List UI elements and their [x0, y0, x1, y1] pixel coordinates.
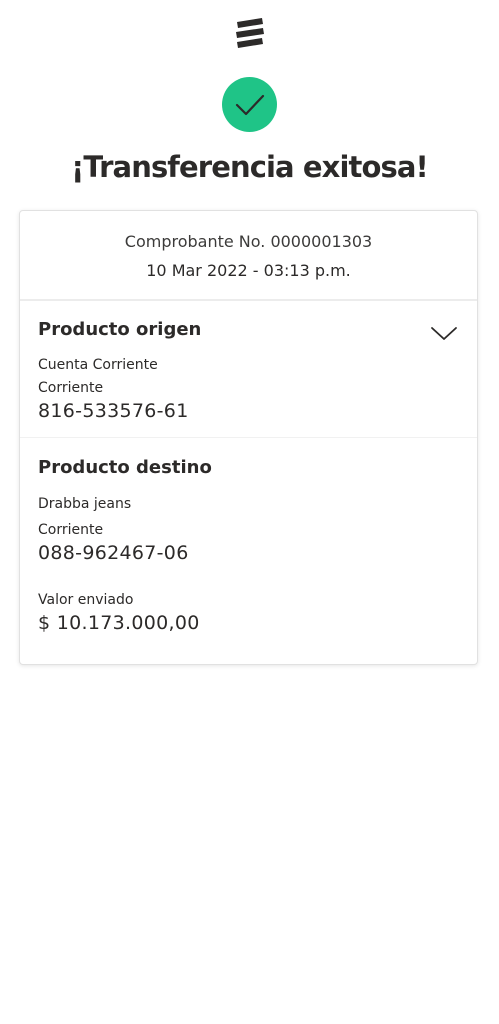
amount-label: Valor enviado	[38, 592, 134, 608]
transfer-receipt-card: Comprobante No. 0000001303 10 Mar 2022 -…	[19, 210, 478, 665]
page-title: ¡Transferencia exitosa!	[71, 150, 429, 184]
destination-account-name: Drabba jeans	[38, 496, 132, 512]
origin-account-type: Corriente	[38, 380, 104, 396]
destination-account-type: Corriente	[38, 522, 104, 538]
destination-account-number: 088-962467-06	[38, 542, 189, 564]
divider	[20, 299, 477, 301]
origin-account-number: 816-533576-61	[38, 400, 189, 422]
amount-value: $ 10.173.000,00	[38, 612, 200, 634]
destination-section-title: Producto destino	[38, 457, 212, 478]
success-check-icon	[222, 77, 277, 132]
receipt-number: Comprobante No. 0000001303	[124, 232, 373, 251]
chevron-down-icon[interactable]	[430, 323, 458, 343]
origin-section-title: Producto origen	[38, 319, 202, 340]
divider	[20, 437, 477, 438]
bank-logo-icon	[234, 17, 266, 49]
origin-account-name: Cuenta Corriente	[38, 357, 158, 373]
receipt-datetime: 10 Mar 2022 - 03:13 p.m.	[146, 261, 351, 280]
